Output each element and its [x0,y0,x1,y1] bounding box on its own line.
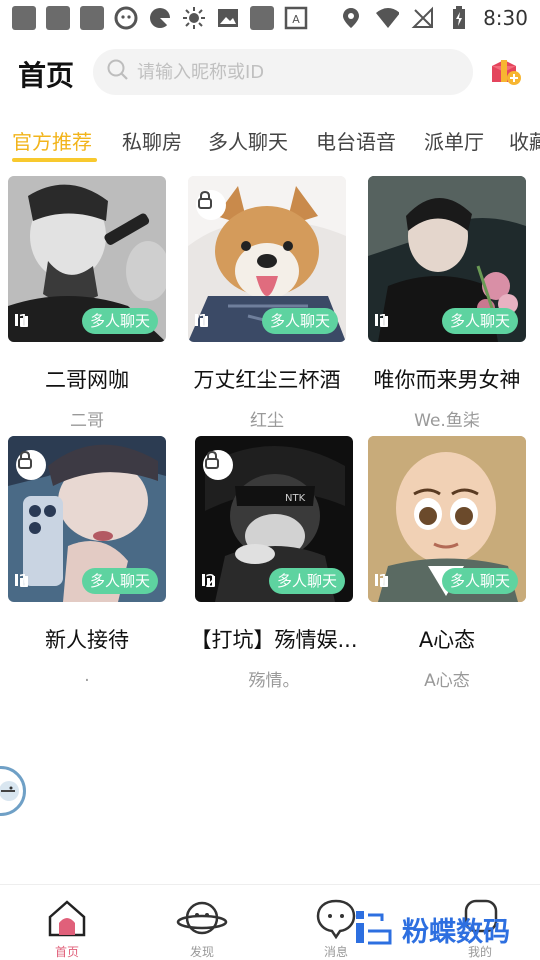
nav-discover[interactable]: 发现 [162,897,242,960]
page-title: 首页 [18,59,75,92]
room-owner: . [84,666,90,686]
online-count: 1 [374,311,389,332]
tab-dispatch-hall[interactable]: 派单厅 [424,126,484,155]
search-icon [107,59,129,85]
discover-icon [176,901,228,943]
room-card[interactable]: 1 多人聊天 新人接待 . [8,436,166,686]
battery-charging-icon [447,6,471,30]
online-count: 1 [194,311,209,332]
search-bar[interactable] [93,49,473,95]
room-type-badge: 多人聊天 [268,568,345,594]
room-owner: A心态 [424,671,470,691]
room-card[interactable]: 1 多人聊天 万丈红尘三杯酒 红尘 [188,176,346,431]
room-owner: 红尘 [250,411,284,431]
nav-label: 发现 [189,945,214,959]
notification-icon [250,6,274,30]
room-cover: 1 多人聊天 [368,436,526,602]
room-cover: 1 多人聊天 [368,176,526,342]
brightness-icon [182,6,206,30]
notification-icon [80,6,104,30]
tab-group-chat[interactable]: 多人聊天 [208,126,288,155]
status-bar: A 8:30 [0,0,540,36]
online-count: 1 [14,311,29,332]
room-owner: We.鱼柒 [414,411,480,431]
room-owner: 二哥 [70,411,104,431]
svg-text:A: A [292,13,300,26]
lock-icon [196,190,226,220]
text-icon: A [284,6,308,30]
online-count: 1 [14,571,29,592]
room-card[interactable]: 1 多人聊天 A心态 A心态 [368,436,526,691]
room-type-badge: 多人聊天 [441,568,518,594]
wifi-icon [375,6,400,30]
notification-icon [12,6,36,30]
location-icon [339,6,363,30]
nav-label: 首页 [54,945,79,959]
room-name: 万丈红尘三杯酒 [193,368,341,392]
watermark-logo-icon [352,907,396,951]
tab-favorites[interactable]: 收藏 [509,126,540,155]
room-type-badge: 多人聊天 [81,308,158,334]
svg-text:NTK: NTK [285,493,306,504]
lock-icon [16,450,46,480]
tab-radio-voice[interactable]: 电台语音 [316,126,396,155]
room-cover: 1 多人聊天 [8,436,166,602]
tab-private-chat[interactable]: 私聊房 [122,126,182,155]
room-card[interactable]: 1 多人聊天 二哥网咖 二哥 [8,176,166,431]
floating-assistant-button[interactable] [0,766,26,816]
watermark-text: 粉蝶数码 [402,916,510,948]
room-cover: 1 多人聊天 [8,176,166,342]
clock: 8:30 [483,6,528,30]
header: 首页 [0,44,540,100]
gift-icon[interactable] [488,56,522,88]
room-card[interactable]: NTK 2 多人聊天 【打坑】殇情娱... 殇情。 [190,436,358,691]
search-input[interactable] [137,61,457,83]
room-type-badge: 多人聊天 [81,568,158,594]
online-count: 1 [374,571,389,592]
room-name: 【打坑】殇情娱... [190,628,358,652]
notification-icon [46,6,70,30]
emoji-icon [114,6,138,30]
room-name: 新人接待 [45,628,129,652]
watermark: 粉蝶数码 [352,906,532,952]
room-card[interactable]: 1 多人聊天 唯你而来男女神 We.鱼柒 [368,176,526,431]
room-type-badge: 多人聊天 [261,308,338,334]
room-name: A心态 [418,628,476,652]
room-name: 唯你而来男女神 [373,368,521,392]
app-icon [148,6,172,30]
nav-home[interactable]: 首页 [27,897,107,960]
room-owner: 殇情。 [248,671,300,691]
lock-icon [203,450,233,480]
room-cover: NTK 2 多人聊天 [195,436,353,602]
room-type-badge: 多人聊天 [441,308,518,334]
tab-official-recommend[interactable]: 官方推荐 [12,126,92,155]
room-cover: 1 多人聊天 [188,176,346,342]
home-icon [46,900,88,943]
online-count: 2 [201,571,216,592]
category-tabs: 官方推荐 私聊房 多人聊天 电台语音 派单厅 收藏 [0,118,540,164]
image-icon [216,6,240,30]
tab-indicator [12,158,97,162]
no-signal-icon [411,6,435,30]
room-name: 二哥网咖 [45,368,129,392]
